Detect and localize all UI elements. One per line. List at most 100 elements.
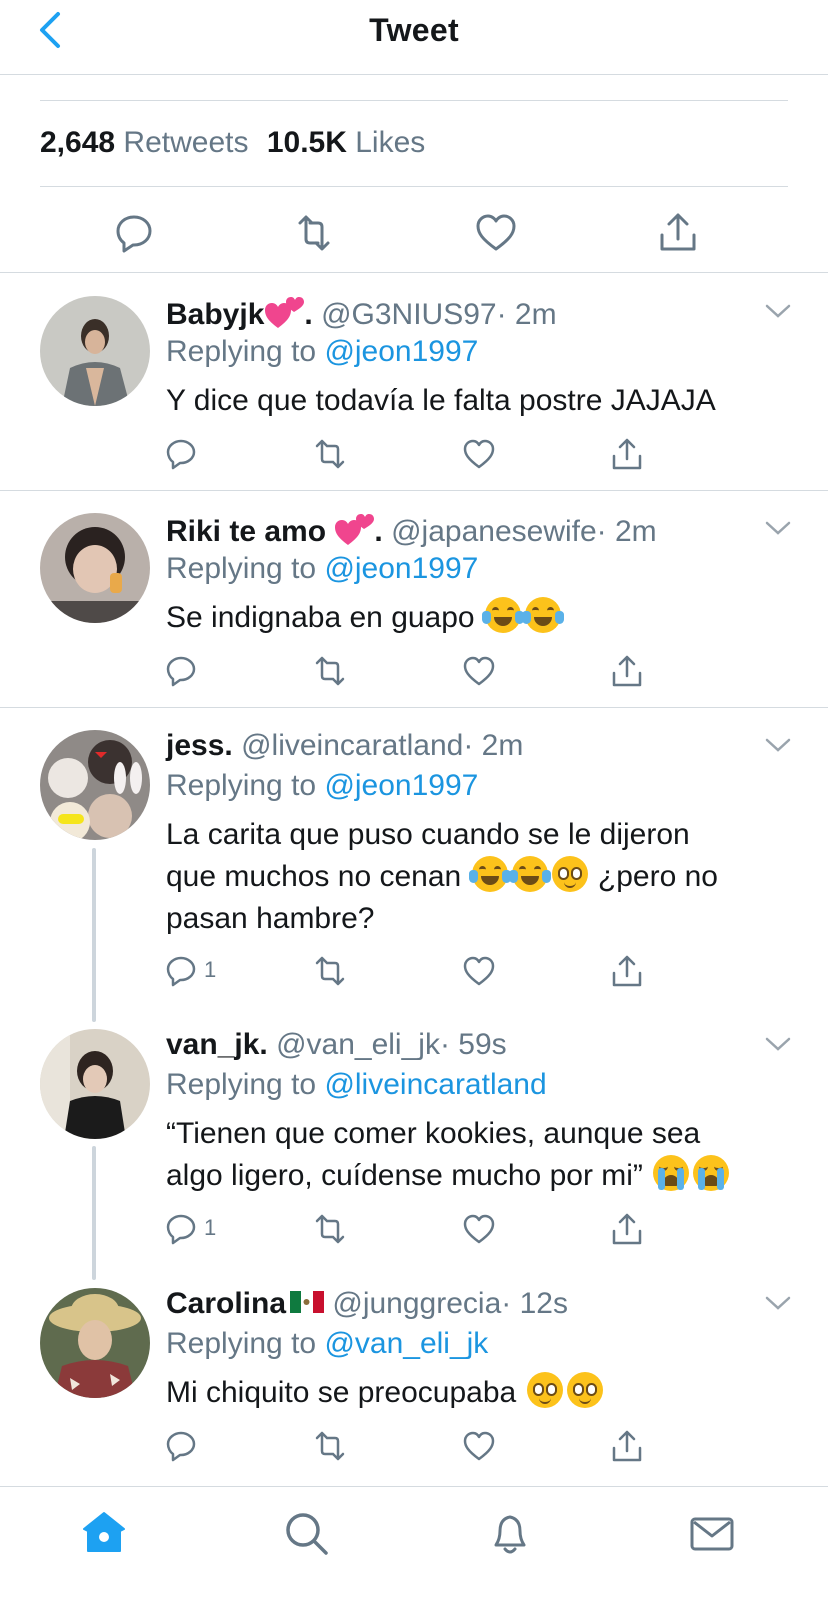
mention-link[interactable]: @jeon1997	[324, 552, 478, 585]
display-name-suffix: .	[374, 515, 383, 548]
display-name[interactable]: van_jk.	[166, 1028, 268, 1061]
mention-link[interactable]: @jeon1997	[324, 335, 478, 368]
loudly-crying-face-emoji	[653, 1155, 690, 1191]
replying-to: Replying to @liveincaratland	[166, 1068, 547, 1101]
reply-icon[interactable]	[164, 1211, 198, 1247]
retweets-label[interactable]: Retweets	[123, 126, 248, 159]
reply-icon[interactable]	[164, 436, 198, 472]
reply-count: 1	[204, 1215, 217, 1240]
user-handle[interactable]: @liveincaratland	[241, 729, 463, 762]
display-name[interactable]: jess.	[166, 729, 233, 762]
notifications-icon[interactable]	[486, 1509, 534, 1557]
retweet-icon[interactable]	[312, 1211, 348, 1247]
likes-count[interactable]: 10.5K	[267, 126, 347, 159]
page-title: Tweet	[369, 12, 459, 48]
retweet-icon[interactable]	[312, 953, 348, 989]
reply-icon[interactable]	[112, 211, 156, 255]
chevron-down-icon[interactable]	[764, 519, 792, 537]
display-name-suffix: .	[304, 298, 313, 331]
reply-actions	[0, 653, 828, 693]
like-icon[interactable]	[462, 1211, 496, 1247]
avatar[interactable]	[40, 1029, 150, 1139]
avatar[interactable]	[40, 296, 150, 406]
tears-of-joy-emoji	[468, 856, 511, 892]
chevron-down-icon[interactable]	[764, 736, 792, 754]
search-icon[interactable]	[282, 1509, 330, 1557]
replying-to: Replying to @jeon1997	[166, 552, 479, 585]
reply-actions: 1	[0, 1211, 828, 1251]
reply-actions: 1	[0, 953, 828, 993]
main-tweet-actions	[0, 205, 828, 265]
retweet-icon[interactable]	[312, 1428, 348, 1464]
tweet-text: Mi chiquito se preocupaba	[166, 1372, 796, 1414]
tweet-text: Y dice que todavía le falta postre JAJAJ…	[166, 384, 716, 417]
retweet-icon[interactable]	[312, 653, 348, 689]
timestamp: · 2m	[463, 729, 524, 762]
tweet-text: La carita que puso cuando se le dijeron …	[166, 818, 718, 935]
reply-icon[interactable]	[164, 653, 198, 689]
display-name[interactable]: Babyjk	[166, 298, 264, 331]
user-handle[interactable]: @junggrecia	[332, 1287, 501, 1320]
section-divider	[0, 707, 828, 708]
reply-count: 1	[204, 957, 217, 982]
share-icon[interactable]	[656, 211, 700, 255]
display-name[interactable]: Riki te amo	[166, 515, 326, 548]
like-icon[interactable]	[474, 211, 518, 255]
mention-link[interactable]: @van_eli_jk	[324, 1327, 488, 1360]
section-divider	[0, 272, 828, 273]
chevron-down-icon[interactable]	[764, 1035, 792, 1053]
pleading-face-emoji	[526, 1372, 563, 1408]
tears-of-joy-emoji	[521, 597, 564, 633]
tears-of-joy-emoji	[481, 597, 524, 633]
avatar[interactable]	[40, 730, 150, 840]
like-icon[interactable]	[462, 653, 496, 689]
like-icon[interactable]	[462, 1428, 496, 1464]
retweet-icon[interactable]	[312, 436, 348, 472]
chevron-down-icon[interactable]	[764, 302, 792, 320]
timestamp: · 2m	[596, 515, 657, 548]
like-icon[interactable]	[462, 953, 496, 989]
top-bar: Tweet	[0, 0, 828, 75]
timestamp: · 12s	[501, 1287, 568, 1320]
retweets-count[interactable]: 2,648	[40, 126, 115, 159]
user-handle[interactable]: @japanesewife	[391, 515, 597, 548]
tweet-text: Se indignaba en guapo	[166, 597, 796, 639]
share-icon[interactable]	[610, 653, 644, 689]
home-icon[interactable]	[80, 1509, 128, 1557]
replying-to: Replying to @jeon1997	[166, 335, 479, 368]
pleading-face-emoji	[566, 1372, 603, 1408]
like-icon[interactable]	[462, 436, 496, 472]
pleading-face-emoji	[551, 856, 588, 892]
two-hearts-emoji	[334, 511, 375, 547]
chevron-down-icon[interactable]	[764, 1294, 792, 1312]
reply-header: Carolina @junggrecia· 12s	[166, 1286, 568, 1322]
reply-icon[interactable]	[164, 1428, 198, 1464]
replying-to: Replying to @jeon1997	[166, 769, 479, 802]
thread-line	[92, 848, 96, 1022]
share-icon[interactable]	[610, 1428, 644, 1464]
likes-label[interactable]: Likes	[355, 126, 425, 159]
user-handle[interactable]: @G3NIUS97	[321, 298, 497, 331]
reply-header: van_jk. @van_eli_jk· 59s	[166, 1027, 507, 1063]
share-icon[interactable]	[610, 953, 644, 989]
display-name[interactable]: Carolina	[166, 1287, 286, 1320]
avatar[interactable]	[40, 1288, 150, 1398]
avatar[interactable]	[40, 513, 150, 623]
user-handle[interactable]: @van_eli_jk	[276, 1028, 440, 1061]
retweet-icon[interactable]	[292, 211, 336, 255]
reply-icon[interactable]	[164, 953, 198, 989]
mexico-flag-icon	[290, 1286, 324, 1313]
section-divider	[0, 490, 828, 491]
messages-icon[interactable]	[688, 1509, 736, 1557]
reply-header: Riki te amo . @japanesewife· 2m	[166, 511, 657, 550]
mention-link[interactable]: @liveincaratland	[324, 1068, 546, 1101]
share-icon[interactable]	[610, 1211, 644, 1247]
tweet-text: “Tienen que comer kookies, aunque sea al…	[166, 1113, 796, 1197]
reply-actions	[0, 436, 828, 476]
tears-of-joy-emoji	[508, 856, 551, 892]
share-icon[interactable]	[610, 436, 644, 472]
reply-header: jess. @liveincaratland· 2m	[166, 728, 523, 764]
reply-header: Babyjk. @G3NIUS97· 2m	[166, 294, 557, 333]
loudly-crying-face-emoji	[693, 1155, 730, 1191]
mention-link[interactable]: @jeon1997	[324, 769, 478, 802]
